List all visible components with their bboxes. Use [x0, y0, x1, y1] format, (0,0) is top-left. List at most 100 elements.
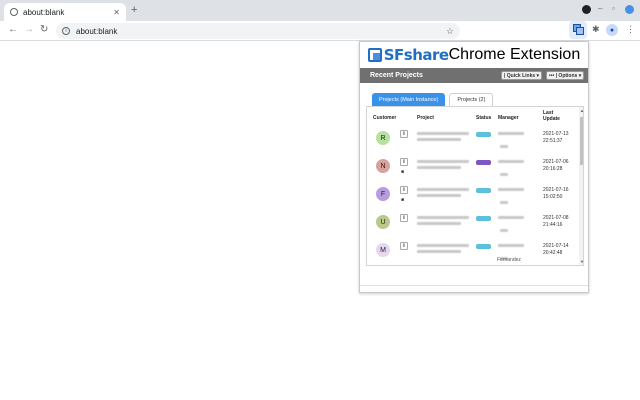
- extensions-puzzle-icon[interactable]: ✱: [592, 24, 600, 35]
- browser-menu-icon[interactable]: ⋮: [626, 24, 635, 35]
- last-update: 2021-07-13 22:51:37: [543, 131, 569, 145]
- last-update-date: 2021-07-06: [543, 159, 569, 165]
- sfshare-extension-icon[interactable]: [569, 21, 587, 39]
- project-name-redacted[interactable]: [417, 216, 469, 219]
- manager-contact-redacted: [500, 229, 508, 232]
- info-icon[interactable]: i: [400, 214, 408, 222]
- scroll-thumb[interactable]: [580, 117, 583, 165]
- tab-main-instance[interactable]: Projects (Main Instance): [372, 93, 446, 106]
- col-last-update-line2: Update: [543, 116, 560, 122]
- new-tab-button[interactable]: +: [131, 5, 137, 16]
- url-text[interactable]: about:blank: [76, 27, 446, 36]
- customer-avatar: F: [376, 187, 390, 201]
- manager-contact-redacted: [500, 173, 508, 176]
- reload-button[interactable]: ↻: [40, 24, 48, 36]
- profile-menu-icon[interactable]: [582, 5, 591, 14]
- project-name-redacted: [417, 250, 461, 253]
- customer-avatar: U: [376, 215, 390, 229]
- col-customer: Customer: [373, 115, 397, 121]
- manager-contact-redacted: [500, 145, 508, 148]
- manager-contact-redacted: [500, 201, 508, 204]
- table-header: Customer Project Status Manager Last Upd…: [367, 107, 579, 127]
- quick-links-button[interactable]: | Quick Links ▾: [501, 71, 543, 80]
- info-icon[interactable]: i: [400, 158, 408, 166]
- browser-tab[interactable]: about:blank ✕: [4, 3, 126, 21]
- tab-projects-2[interactable]: Projects (2): [449, 93, 494, 106]
- last-update-date: 2021-07-14: [543, 243, 569, 249]
- site-info-icon[interactable]: i: [62, 27, 70, 35]
- customer-avatar: N: [376, 159, 390, 173]
- project-name-redacted[interactable]: [417, 132, 469, 135]
- last-update-date: 2021-07-08: [543, 215, 569, 221]
- last-update: 2021-07-14 20:42:48: [543, 243, 569, 257]
- last-update-date: 2021-07-16: [543, 187, 569, 193]
- manager-name-redacted: [498, 244, 524, 247]
- brand-subtitle: Chrome Extension: [448, 46, 581, 63]
- last-update: 2021-07-06 20:16:28: [543, 159, 569, 173]
- table-row[interactable]: Fi ■ 2021-07-16 15:02:50: [367, 183, 579, 211]
- scroll-down-arrow-icon[interactable]: ▼: [579, 259, 583, 264]
- video-call-icon[interactable]: ■: [401, 197, 404, 203]
- project-tabs: Projects (Main Instance) Projects (2): [372, 93, 494, 106]
- table-row[interactable]: Ri 2021-07-13 22:51:37: [367, 127, 579, 155]
- address-bar[interactable]: i about:blank ☆: [56, 23, 460, 39]
- recent-projects-header: Recent Projects | Quick Links ▾ ••• | Op…: [360, 68, 588, 83]
- status-badge: [476, 244, 491, 249]
- tab-close-icon[interactable]: ✕: [113, 8, 120, 17]
- globe-icon: [10, 8, 18, 16]
- status-badge: [476, 132, 491, 137]
- manager-name-redacted: [498, 160, 524, 163]
- last-update: 2021-07-08 21:44:16: [543, 215, 569, 229]
- minimize-button[interactable]: –: [598, 4, 602, 13]
- browser-toolbar: ← → ↻ i about:blank ☆: [0, 21, 640, 41]
- manager-name: Fernandez: [497, 257, 521, 263]
- profile-avatar-icon[interactable]: ●: [606, 24, 618, 36]
- col-last-update: Last Update: [543, 110, 560, 122]
- close-window-button[interactable]: [625, 5, 634, 14]
- project-name-redacted: [417, 194, 461, 197]
- col-status: Status: [476, 115, 492, 121]
- info-icon[interactable]: i: [400, 130, 408, 138]
- status-badge: [476, 160, 491, 165]
- table-body: Ri 2021-07-13 22:51:37 Ni ■ 2021-07-06 20:16:2…: [367, 127, 579, 265]
- table-row[interactable]: Ni ■ 2021-07-06 20:16:28: [367, 155, 579, 183]
- tab-strip: about:blank ✕ + – ▫: [0, 0, 640, 21]
- col-project: Project: [417, 115, 434, 121]
- status-badge: [476, 216, 491, 221]
- bookmark-star-icon[interactable]: ☆: [446, 26, 454, 37]
- popup-divider: [360, 285, 588, 286]
- last-update-time: 20:16:28: [543, 166, 563, 172]
- manager-name-redacted: [498, 216, 524, 219]
- last-update-time: 15:02:50: [543, 194, 563, 200]
- back-button[interactable]: ←: [8, 24, 18, 36]
- table-row[interactable]: MiFernandez2021-07-1420:42:48✉: [367, 239, 579, 265]
- table-row[interactable]: Ui 2021-07-08 21:44:16: [367, 211, 579, 239]
- brand-name: SFshare: [383, 46, 449, 64]
- sfshare-square-front: [576, 27, 584, 35]
- maximize-button[interactable]: ▫: [612, 4, 615, 13]
- sfshare-popup: SFshare Chrome Extension Recent Projects…: [359, 41, 589, 293]
- last-update-date: 2021-07-13: [543, 131, 569, 137]
- project-name-redacted[interactable]: [417, 188, 469, 191]
- forward-button[interactable]: →: [24, 24, 34, 36]
- manager-name-redacted: [498, 132, 524, 135]
- info-icon[interactable]: i: [400, 186, 408, 194]
- last-update-time: 21:44:16: [543, 222, 563, 228]
- scroll-up-arrow-icon[interactable]: ▲: [579, 108, 583, 113]
- video-call-icon[interactable]: ■: [401, 169, 404, 175]
- logo-area: SFshare Chrome Extension: [360, 42, 588, 68]
- options-button[interactable]: ••• | Options ▾: [546, 71, 585, 80]
- status-badge: [476, 188, 491, 193]
- header-title: Recent Projects: [370, 72, 423, 79]
- sfshare-logo-icon: [367, 48, 382, 62]
- table-scrollbar[interactable]: ▲ ▼: [579, 107, 583, 265]
- customer-avatar: R: [376, 131, 390, 145]
- project-name-redacted: [417, 166, 461, 169]
- project-name-redacted[interactable]: [417, 160, 469, 163]
- project-name-redacted: [417, 138, 461, 141]
- col-manager: Manager: [498, 115, 519, 121]
- project-name-redacted[interactable]: [417, 244, 469, 247]
- info-icon[interactable]: i: [400, 242, 408, 250]
- last-update: 2021-07-16 15:02:50: [543, 187, 569, 201]
- manager-name-redacted: [498, 188, 524, 191]
